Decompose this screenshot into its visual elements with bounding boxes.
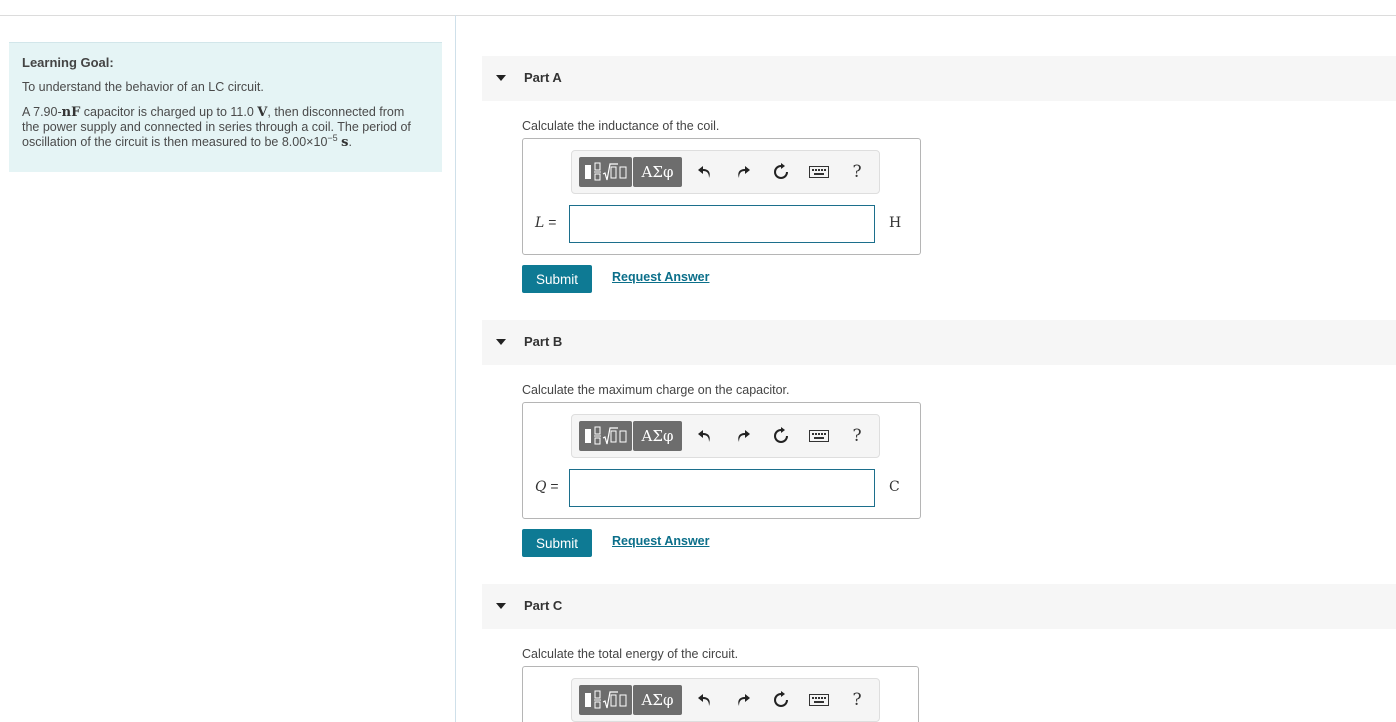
variable-label: Q = bbox=[535, 478, 559, 495]
learning-goal-intro: To understand the behavior of an LC circ… bbox=[22, 80, 264, 94]
math-toolbar: ΑΣφ ? bbox=[571, 414, 880, 458]
redo-icon[interactable] bbox=[731, 424, 755, 448]
part-a-header[interactable]: Part A bbox=[482, 56, 1396, 101]
redo-icon[interactable] bbox=[731, 160, 755, 184]
templates-icon bbox=[584, 690, 626, 709]
part-b-question: Calculate the maximum charge on the capa… bbox=[522, 383, 790, 397]
greek-symbols-button[interactable]: ΑΣφ bbox=[633, 157, 682, 187]
undo-icon[interactable] bbox=[693, 160, 717, 184]
learning-goal-title: Learning Goal: bbox=[22, 55, 114, 70]
part-c-title: Part C bbox=[524, 598, 563, 613]
part-b-header[interactable]: Part B bbox=[482, 320, 1396, 365]
top-divider bbox=[0, 15, 1396, 16]
part-b-title: Part B bbox=[524, 334, 563, 349]
part-b-answer-box: ΑΣφ ? Q = C bbox=[522, 402, 921, 519]
unit-label: H bbox=[889, 215, 902, 231]
greek-symbols-button[interactable]: ΑΣφ bbox=[633, 685, 682, 715]
math-toolbar: ΑΣφ ? bbox=[571, 678, 880, 722]
undo-icon[interactable] bbox=[693, 688, 717, 712]
voltage-unit: V bbox=[257, 105, 268, 120]
learning-goal-panel: Learning Goal: To understand the behavio… bbox=[9, 42, 442, 172]
help-icon[interactable]: ? bbox=[845, 424, 869, 448]
inductance-input[interactable] bbox=[569, 205, 875, 243]
reset-icon[interactable] bbox=[769, 424, 793, 448]
help-icon[interactable]: ? bbox=[845, 688, 869, 712]
exponent: −5 bbox=[327, 132, 338, 143]
part-a-question: Calculate the inductance of the coil. bbox=[522, 119, 720, 133]
greek-symbols-button[interactable]: ΑΣφ bbox=[633, 421, 682, 451]
templates-button[interactable] bbox=[579, 157, 632, 187]
help-icon[interactable]: ? bbox=[845, 160, 869, 184]
capacitance-unit: nF bbox=[61, 105, 81, 120]
templates-icon bbox=[584, 162, 626, 181]
request-answer-link[interactable]: Request Answer bbox=[612, 534, 709, 548]
reset-icon[interactable] bbox=[769, 688, 793, 712]
templates-button[interactable] bbox=[579, 685, 632, 715]
templates-button[interactable] bbox=[579, 421, 632, 451]
keyboard-icon[interactable] bbox=[807, 160, 831, 184]
collapse-caret-icon[interactable] bbox=[496, 603, 506, 609]
collapse-caret-icon[interactable] bbox=[496, 339, 506, 345]
part-a-title: Part A bbox=[524, 70, 562, 85]
charge-input[interactable] bbox=[569, 469, 875, 507]
request-answer-link[interactable]: Request Answer bbox=[612, 270, 709, 284]
keyboard-icon[interactable] bbox=[807, 688, 831, 712]
problem-statement-line-3: oscillation of the circuit is then measu… bbox=[22, 132, 352, 150]
undo-icon[interactable] bbox=[693, 424, 717, 448]
part-c-section: Part C Calculate the total energy of the… bbox=[482, 584, 1396, 722]
collapse-caret-icon[interactable] bbox=[496, 75, 506, 81]
problem-statement-line-1: A 7.90-nF capacitor is charged up to 11.… bbox=[22, 105, 405, 120]
variable-label: L = bbox=[535, 214, 557, 231]
part-c-header[interactable]: Part C bbox=[482, 584, 1396, 629]
unit-label: C bbox=[889, 479, 900, 495]
part-c-question: Calculate the total energy of the circui… bbox=[522, 647, 739, 661]
part-a-answer-box: ΑΣφ ? L = H bbox=[522, 138, 921, 255]
column-divider bbox=[455, 15, 456, 722]
templates-icon bbox=[584, 426, 626, 445]
reset-icon[interactable] bbox=[769, 160, 793, 184]
part-b-section: Part B Calculate the maximum charge on t… bbox=[482, 320, 1396, 565]
submit-button[interactable]: Submit bbox=[522, 529, 592, 557]
part-c-answer-box: ΑΣφ ? bbox=[522, 666, 919, 722]
part-a-section: Part A Calculate the inductance of the c… bbox=[482, 56, 1396, 301]
problem-statement-line-2: the power supply and connected in series… bbox=[22, 120, 411, 134]
math-toolbar: ΑΣφ ? bbox=[571, 150, 880, 194]
keyboard-icon[interactable] bbox=[807, 424, 831, 448]
redo-icon[interactable] bbox=[731, 688, 755, 712]
submit-button[interactable]: Submit bbox=[522, 265, 592, 293]
